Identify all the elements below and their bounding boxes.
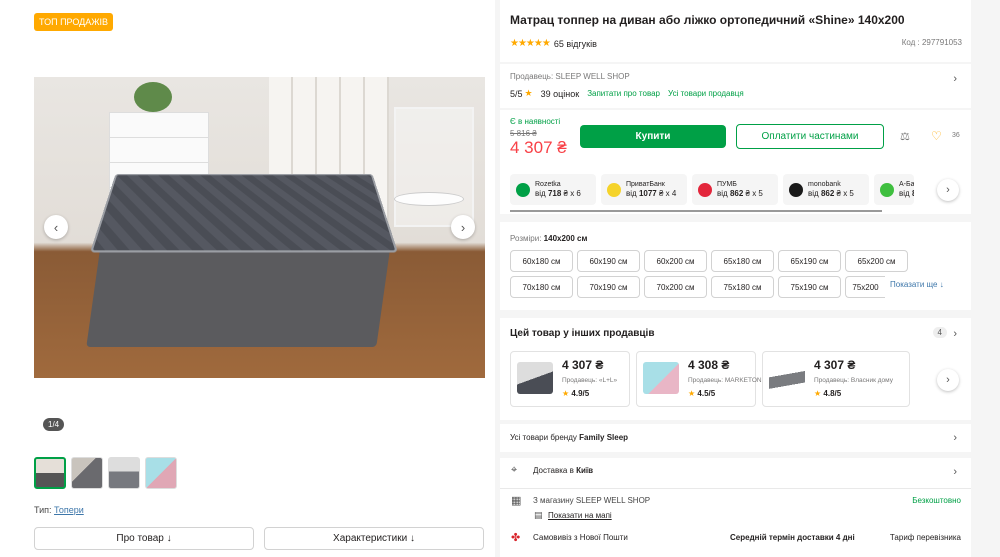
type-label: Тип:	[34, 505, 52, 515]
availability-status: Є в наявності	[510, 117, 561, 126]
star-icon: ★	[524, 88, 533, 98]
size-options: 60x180 см 60x190 см 60x200 см 65x180 см …	[510, 250, 910, 298]
specs-button[interactable]: Характеристики ↓	[264, 527, 484, 550]
rating-row: ★★★★★ 65 відгуків	[510, 38, 597, 49]
size-option[interactable]: 60x180 см	[510, 250, 573, 272]
carrier-tariff: Тариф перевізника	[889, 533, 961, 542]
chevron-right-icon[interactable]: ›	[953, 328, 957, 340]
delivery-term: Середній термін доставки 4 дні	[730, 533, 855, 542]
sizes-card: Розміри: 140x200 см 60x180 см 60x190 см …	[500, 222, 971, 310]
brand-card[interactable]: Усі товари бренду Family Sleep ›	[500, 424, 971, 452]
photo-pager: 1/4	[43, 418, 65, 431]
privatbank-logo-icon	[607, 182, 621, 197]
delivery-card: ⌖ Доставка в Київ › ▦ З магазину SLEEP W…	[500, 458, 971, 557]
size-option[interactable]: 65x190 см	[778, 250, 841, 272]
gallery-panel: ТОП ПРОДАЖІВ ‹ › 1/4 Тип: Топери Про тов…	[0, 0, 495, 557]
delivery-city[interactable]: Доставка в Київ	[533, 466, 593, 475]
banks-scrollbar[interactable]	[510, 210, 882, 212]
star-icon: ★	[814, 389, 822, 398]
pay-in-installments-button[interactable]: Оплатити частинами	[736, 124, 884, 149]
bank-option-rozetka[interactable]: Rozetka від 718 ₴ x 6	[510, 174, 596, 205]
product-page: ТОП ПРОДАЖІВ ‹ › 1/4 Тип: Топери Про тов…	[0, 0, 1000, 557]
bank-option-monobank[interactable]: monobank від 862 ₴ x 5	[783, 174, 869, 205]
offer-card[interactable]: 4 307 ₴ Продавець: «L+L» ★ 4.9/5	[510, 351, 630, 407]
map-icon: ▤	[534, 510, 543, 520]
location-pin-icon: ⌖	[511, 464, 518, 476]
product-type: Тип: Топери	[34, 505, 84, 515]
monobank-logo-icon	[789, 182, 803, 197]
pumb-logo-icon	[698, 182, 712, 197]
compare-scales-icon[interactable]: ⚖	[900, 130, 910, 143]
buy-button[interactable]: Купити	[580, 125, 726, 148]
store-pickup: З магазину SLEEP WELL SHOP	[533, 496, 651, 505]
offer-card[interactable]: 4 307 ₴ Продавець: Власник дому ★ 4.8/5	[762, 351, 910, 407]
chevron-right-icon: ›	[953, 73, 957, 85]
size-option[interactable]: 70x200 см	[644, 276, 707, 298]
product-code: Код : 297791053	[901, 38, 962, 47]
thumbnail[interactable]	[71, 457, 103, 489]
delivery-price: Безкоштовно	[912, 496, 961, 505]
current-price: 4 307 ₴	[510, 138, 567, 157]
banks-next-button[interactable]: ›	[937, 179, 959, 201]
seller-ratings: 39 оцінок	[540, 88, 580, 99]
seller-score: 5/5	[510, 88, 523, 99]
thumbnail-strip	[34, 457, 177, 489]
size-option[interactable]: 75x200	[845, 276, 885, 298]
bank-option-abank[interactable]: А-Банвід 86	[874, 174, 914, 205]
thumbnail[interactable]	[34, 457, 66, 489]
size-option[interactable]: 65x200 см	[845, 250, 908, 272]
brand-link: Усі товари бренду Family Sleep	[510, 433, 629, 442]
size-option[interactable]: 70x190 см	[577, 276, 640, 298]
old-price: 5 816 ₴	[510, 129, 537, 138]
favorites-count: 36	[952, 132, 960, 139]
chevron-right-icon: ›	[953, 432, 957, 444]
about-product-button[interactable]: Про товар ↓	[34, 527, 254, 550]
show-more-sizes-link[interactable]: Показати ще ↓	[890, 280, 944, 289]
size-option[interactable]: 60x190 см	[577, 250, 640, 272]
thumbnail[interactable]	[145, 457, 177, 489]
bank-option-privatbank[interactable]: ПриватБанк від 1077 ₴ x 4	[601, 174, 687, 205]
heart-icon[interactable]: ♡	[931, 129, 942, 143]
offer-card[interactable]: 4 308 ₴ Продавець: MARKETONE ★ 4.5/5	[636, 351, 766, 407]
prev-photo-button[interactable]: ‹	[44, 215, 68, 239]
next-photo-button[interactable]: ›	[451, 215, 475, 239]
offer-image	[643, 362, 679, 394]
size-option[interactable]: 75x190 см	[778, 276, 841, 298]
size-option[interactable]: 75x180 см	[711, 276, 774, 298]
star-icon: ★	[688, 389, 696, 398]
size-option[interactable]: 60x200 см	[644, 250, 707, 272]
offer-image	[769, 362, 805, 394]
other-sellers-card: Цей товар у інших продавців 4 › 4 307 ₴ …	[500, 318, 971, 420]
thumbnail[interactable]	[108, 457, 140, 489]
reviews-link[interactable]: 65 відгуків	[554, 39, 597, 49]
bank-option-pumb[interactable]: ПУМБ від 862 ₴ x 5	[692, 174, 778, 205]
rating-stars-icon: ★★★★★	[510, 38, 551, 49]
seller-card[interactable]: Продавець: SLEEP WELL SHOP 5/5 ★ 39 оцін…	[500, 64, 971, 108]
sizes-label: Розміри: 140x200 см	[510, 234, 588, 243]
rozetka-logo-icon	[516, 182, 530, 197]
ask-about-product-link[interactable]: Запитати про товар	[587, 89, 660, 98]
all-seller-products-link[interactable]: Усі товари продавця	[668, 89, 744, 98]
pickup-option: Самовивіз з Нової Пошти	[533, 533, 628, 542]
offers-next-button[interactable]: ›	[937, 369, 959, 391]
product-title: Матрац топпер на диван або ліжко ортопед…	[510, 13, 905, 27]
other-sellers-count: 4	[932, 327, 947, 338]
buy-card: Є в наявності 5 816 ₴ 4 307 ₴ Купити Опл…	[500, 110, 971, 214]
product-photo[interactable]: ‹ ›	[34, 77, 485, 378]
abank-logo-icon	[880, 182, 894, 197]
size-option[interactable]: 65x180 см	[711, 250, 774, 272]
store-icon: ▦	[511, 495, 522, 507]
offer-image	[517, 362, 553, 394]
title-card	[500, 0, 971, 62]
chevron-right-icon[interactable]: ›	[953, 466, 957, 478]
show-on-map-link[interactable]: Показати на мапі	[548, 511, 612, 520]
star-icon: ★	[562, 389, 570, 398]
top-sales-badge: ТОП ПРОДАЖІВ	[34, 13, 114, 31]
nova-poshta-icon: ✤	[511, 532, 521, 544]
seller-name: Продавець: SLEEP WELL SHOP	[510, 72, 630, 81]
installment-banks: Rozetka від 718 ₴ x 6 ПриватБанк від 1077 …	[510, 174, 914, 205]
other-sellers-title[interactable]: Цей товар у інших продавців	[510, 328, 655, 339]
size-option[interactable]: 70x180 см	[510, 276, 573, 298]
type-link[interactable]: Топери	[54, 505, 84, 515]
